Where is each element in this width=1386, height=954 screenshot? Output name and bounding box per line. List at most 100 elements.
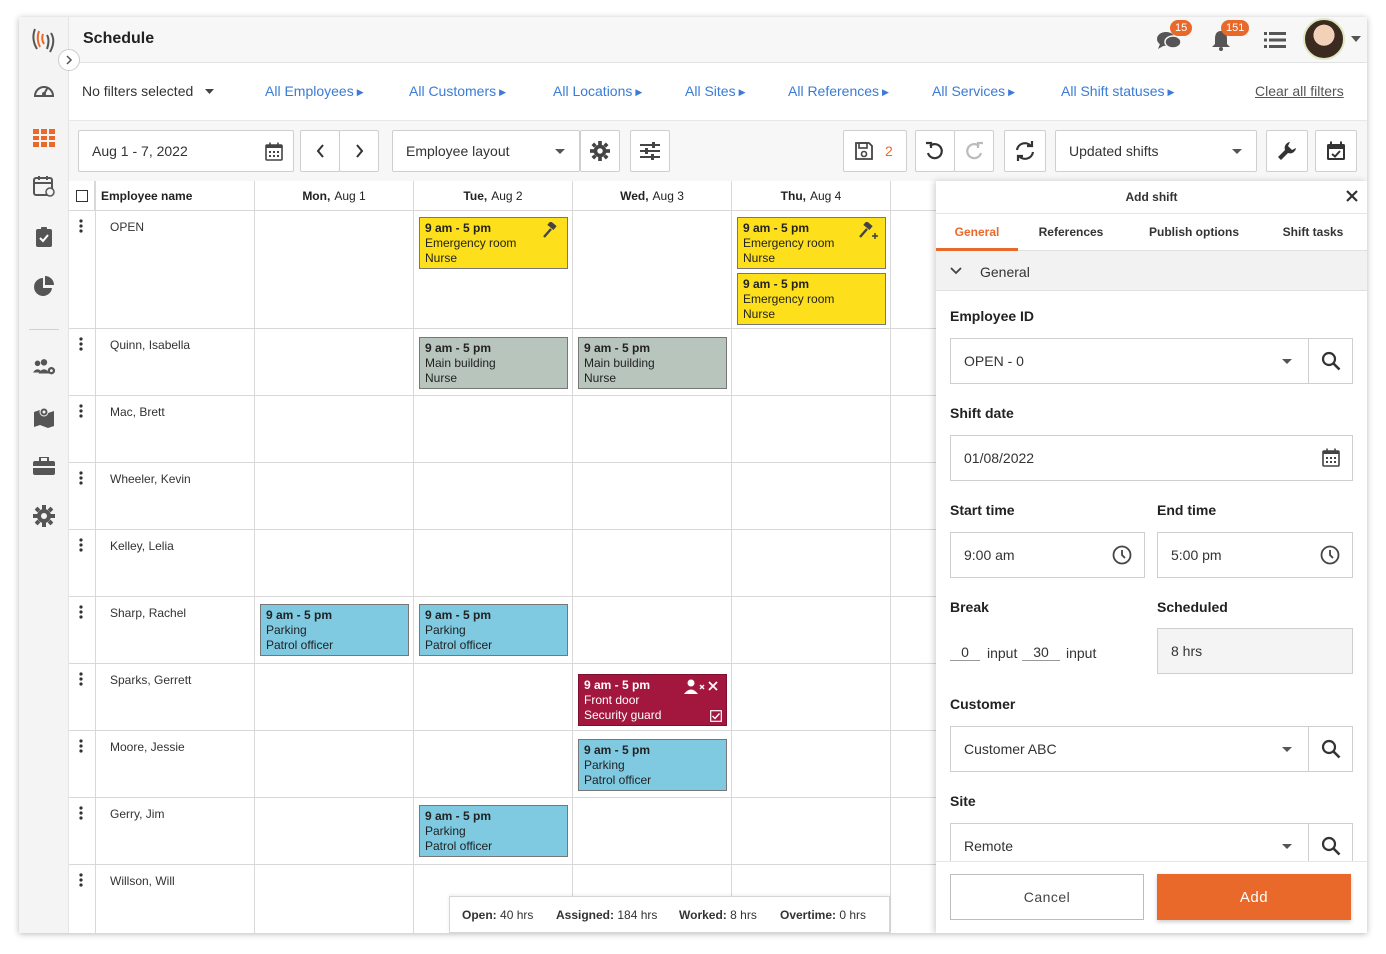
previous-week-button[interactable] — [300, 130, 340, 172]
filter-selector[interactable]: No filters selected — [82, 83, 215, 99]
rail-expand-button[interactable] — [58, 49, 80, 71]
row-menu-icon[interactable] — [79, 672, 83, 686]
employee-name-header[interactable]: Employee name — [95, 181, 255, 211]
view-select[interactable]: Updated shifts — [1055, 130, 1257, 172]
bell-icon[interactable]: 151 — [1207, 20, 1250, 54]
day-header-thu[interactable]: Thu, Aug 4 — [732, 181, 891, 211]
end-time-input[interactable]: 5:00 pm — [1157, 532, 1353, 578]
day-header-wed[interactable]: Wed, Aug 3 — [573, 181, 732, 211]
shift-card[interactable]: 9 am - 5 pm Front door Security guard — [578, 674, 727, 726]
tab-shift-tasks[interactable]: Shift tasks — [1276, 214, 1350, 251]
tab-references[interactable]: References — [1028, 214, 1114, 251]
filter-sites[interactable]: All Sites ▶ — [685, 83, 746, 99]
filter-references[interactable]: All References ▶ — [788, 83, 889, 99]
tab-publish-options[interactable]: Publish options — [1142, 214, 1246, 251]
summary-open-value: 40 hrs — [500, 908, 534, 922]
break-hours-input[interactable]: 0 — [950, 644, 980, 661]
site-select[interactable]: Remote — [950, 823, 1353, 861]
shift-card[interactable]: 9 am - 5 pm Emergency room Nurse — [737, 217, 886, 269]
shift-card[interactable]: 9 am - 5 pm Main building Nurse — [419, 337, 568, 389]
clock-icon[interactable] — [1320, 545, 1340, 565]
day-header-mon[interactable]: Mon, Aug 1 — [255, 181, 414, 211]
schedule-grid-icon[interactable] — [32, 126, 56, 150]
row-menu-icon[interactable] — [79, 538, 83, 552]
cancel-button[interactable]: Cancel — [950, 874, 1144, 920]
list-icon[interactable] — [1261, 26, 1289, 54]
shift-card[interactable]: 9 am - 5 pm Parking Patrol officer — [419, 604, 568, 656]
row-menu-icon[interactable] — [79, 471, 83, 485]
select-all-checkbox[interactable] — [75, 189, 88, 202]
calendar-icon[interactable] — [32, 174, 56, 198]
employee-id-select[interactable]: OPEN - 0 — [950, 338, 1353, 384]
map-icon[interactable] — [32, 405, 56, 429]
row-menu-icon[interactable] — [79, 219, 83, 233]
shift-date-input[interactable]: 01/08/2022 — [950, 435, 1353, 481]
pie-chart-icon[interactable] — [32, 275, 56, 299]
clipboard-check-icon[interactable] — [32, 225, 56, 249]
layout-select[interactable]: Employee layout — [392, 130, 580, 172]
dashboard-icon[interactable] — [32, 77, 56, 101]
chat-icon[interactable]: 15 — [1155, 20, 1193, 54]
gavel-icon[interactable] — [543, 222, 561, 238]
user-remove-icon[interactable] — [684, 679, 720, 695]
general-section-header[interactable]: General — [936, 251, 1367, 291]
table-row[interactable]: Kelley, Lelia — [69, 530, 937, 597]
row-menu-icon[interactable] — [79, 337, 83, 351]
date-range-picker[interactable]: Aug 1 - 7, 2022 — [78, 130, 294, 172]
filter-customers[interactable]: All Customers ▶ — [409, 83, 506, 99]
tools-button[interactable] — [1266, 130, 1308, 172]
row-menu-icon[interactable] — [79, 806, 83, 820]
gavel-plus-icon[interactable] — [859, 222, 879, 240]
filter-employees[interactable]: All Employees ▶ — [265, 83, 364, 99]
day-header-tue[interactable]: Tue, Aug 2 — [414, 181, 573, 211]
shift-role: Nurse — [425, 371, 458, 385]
logo-icon[interactable] — [29, 25, 59, 55]
calendar-icon[interactable] — [1322, 448, 1340, 467]
briefcase-icon[interactable] — [32, 454, 56, 478]
shift-card[interactable]: 9 am - 5 pm Emergency room Nurse — [419, 217, 568, 269]
undo-button[interactable] — [915, 130, 955, 172]
day-header-fri[interactable] — [891, 181, 937, 211]
shift-card[interactable]: 9 am - 5 pm Emergency room Nurse — [737, 273, 886, 325]
tab-general[interactable]: General — [936, 214, 1018, 251]
gear-icon[interactable] — [32, 504, 56, 528]
filter-locations[interactable]: All Locations ▶ — [553, 83, 642, 99]
checkbox-checked-icon[interactable] — [710, 710, 722, 722]
add-button[interactable]: Add — [1157, 874, 1351, 920]
close-icon[interactable] — [1345, 189, 1359, 203]
table-row[interactable]: Sparks, Gerrett — [69, 664, 937, 731]
customer-search-button[interactable] — [1308, 727, 1353, 771]
filter-shift-statuses[interactable]: All Shift statuses ▶ — [1061, 83, 1174, 99]
next-week-button[interactable] — [339, 130, 379, 172]
table-row[interactable]: Moore, Jessie — [69, 731, 937, 798]
shift-card[interactable]: 9 am - 5 pm Parking Patrol officer — [419, 805, 568, 857]
row-menu-icon[interactable] — [79, 404, 83, 418]
break-minutes-input[interactable]: 30 — [1022, 644, 1060, 661]
publish-schedule-button[interactable] — [1315, 130, 1357, 172]
saved-changes-button[interactable]: 2 — [843, 130, 907, 172]
adjust-filters-button[interactable] — [630, 130, 670, 172]
redo-button[interactable] — [954, 130, 994, 172]
row-menu-icon[interactable] — [79, 873, 83, 887]
filter-services[interactable]: All Services ▶ — [932, 83, 1015, 99]
table-row[interactable]: Wheeler, Kevin — [69, 463, 937, 530]
employee-search-button[interactable] — [1308, 339, 1353, 383]
row-menu-icon[interactable] — [79, 605, 83, 619]
start-time-input[interactable]: 9:00 am — [950, 532, 1145, 578]
layout-settings-button[interactable] — [580, 130, 620, 172]
clear-all-filters-link[interactable]: Clear all filters — [1255, 83, 1344, 99]
shift-card[interactable]: 9 am - 5 pm Parking Patrol officer — [578, 739, 727, 791]
site-search-button[interactable] — [1308, 824, 1353, 861]
avatar-caret-icon[interactable] — [1351, 36, 1361, 42]
chevron-right-icon — [355, 144, 363, 158]
table-row[interactable]: Mac, Brett — [69, 396, 937, 463]
refresh-button[interactable] — [1004, 130, 1046, 172]
row-menu-icon[interactable] — [79, 739, 83, 753]
customer-select[interactable]: Customer ABC — [950, 726, 1353, 772]
clock-icon[interactable] — [1112, 545, 1132, 565]
users-gear-icon[interactable] — [32, 355, 56, 379]
shift-card[interactable]: 9 am - 5 pm Parking Patrol officer — [260, 604, 409, 656]
user-avatar[interactable] — [1303, 18, 1345, 60]
undo-icon — [926, 141, 943, 160]
shift-card[interactable]: 9 am - 5 pm Main building Nurse — [578, 337, 727, 389]
